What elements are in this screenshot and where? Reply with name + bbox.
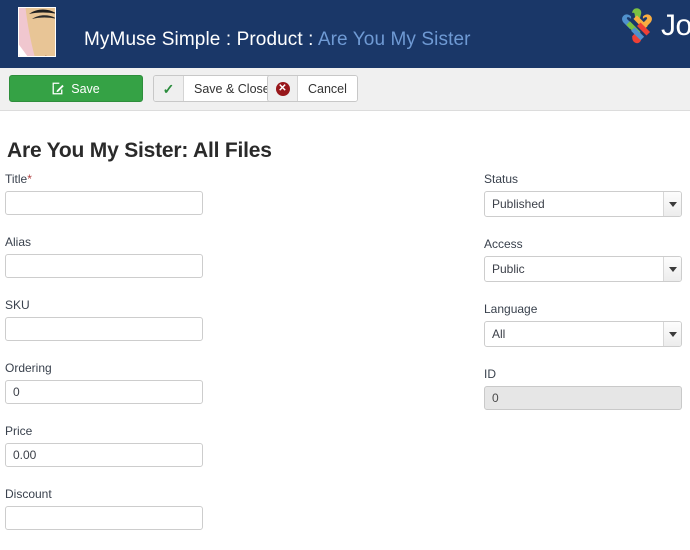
field-ordering: Ordering — [5, 361, 205, 404]
status-select[interactable]: Published — [484, 191, 682, 217]
joomla-mark-icon — [618, 7, 656, 45]
save-button-label: Save — [71, 82, 100, 96]
status-label: Status — [484, 172, 683, 186]
sku-input[interactable] — [5, 317, 203, 341]
pencil-square-icon — [52, 82, 65, 95]
joomla-logo: Jo — [618, 4, 690, 48]
field-status: Status Published — [484, 172, 683, 217]
alias-label: Alias — [5, 235, 205, 249]
breadcrumb-prefix: MyMuse Simple : Product : — [84, 29, 318, 50]
breadcrumb: MyMuse Simple : Product : Are You My Sis… — [84, 29, 471, 51]
ordering-label: Ordering — [5, 361, 205, 375]
language-label: Language — [484, 302, 683, 316]
page-title: Are You My Sister: All Files — [7, 139, 272, 163]
id-input — [484, 386, 682, 410]
save-button[interactable]: Save — [9, 75, 143, 102]
thumbnail-artwork — [18, 7, 56, 57]
field-language: Language All — [484, 302, 683, 347]
app-header: MyMuse Simple : Product : Are You My Sis… — [0, 0, 690, 68]
access-label: Access — [484, 237, 683, 251]
check-icon: ✓ — [154, 76, 184, 101]
form-column-left: Title* Alias SKU Ordering Price Discount — [5, 172, 205, 550]
field-access: Access Public — [484, 237, 683, 282]
joomla-wordmark: Jo — [661, 9, 690, 43]
id-label: ID — [484, 367, 683, 381]
sku-label: SKU — [5, 298, 205, 312]
cancel-label: Cancel — [298, 76, 357, 101]
title-input[interactable] — [5, 191, 203, 215]
price-input[interactable] — [5, 443, 203, 467]
access-select-value: Public — [484, 256, 682, 282]
product-cover-thumbnail — [18, 7, 56, 57]
title-label: Title* — [5, 172, 205, 186]
save-and-close-button[interactable]: ✓ Save & Close — [153, 75, 281, 102]
field-price: Price — [5, 424, 205, 467]
language-select[interactable]: All — [484, 321, 682, 347]
discount-input[interactable] — [5, 506, 203, 530]
x-circle-icon: ✕ — [268, 76, 298, 101]
field-discount: Discount — [5, 487, 205, 530]
alias-input[interactable] — [5, 254, 203, 278]
price-label: Price — [5, 424, 205, 438]
language-select-value: All — [484, 321, 682, 347]
field-sku: SKU — [5, 298, 205, 341]
breadcrumb-active-item: Are You My Sister — [318, 29, 471, 50]
access-select[interactable]: Public — [484, 256, 682, 282]
field-title: Title* — [5, 172, 205, 215]
required-marker: * — [27, 172, 32, 186]
field-id: ID — [484, 367, 683, 410]
title-label-text: Title — [5, 172, 27, 186]
editor-toolbar: Save ✓ Save & Close ✕ Cancel — [0, 68, 690, 111]
discount-label: Discount — [5, 487, 205, 501]
save-and-close-label: Save & Close — [184, 76, 280, 101]
form-column-right: Status Published Access Public Language … — [484, 172, 683, 430]
status-select-value: Published — [484, 191, 682, 217]
cancel-button[interactable]: ✕ Cancel — [267, 75, 358, 102]
ordering-input[interactable] — [5, 380, 203, 404]
field-alias: Alias — [5, 235, 205, 278]
